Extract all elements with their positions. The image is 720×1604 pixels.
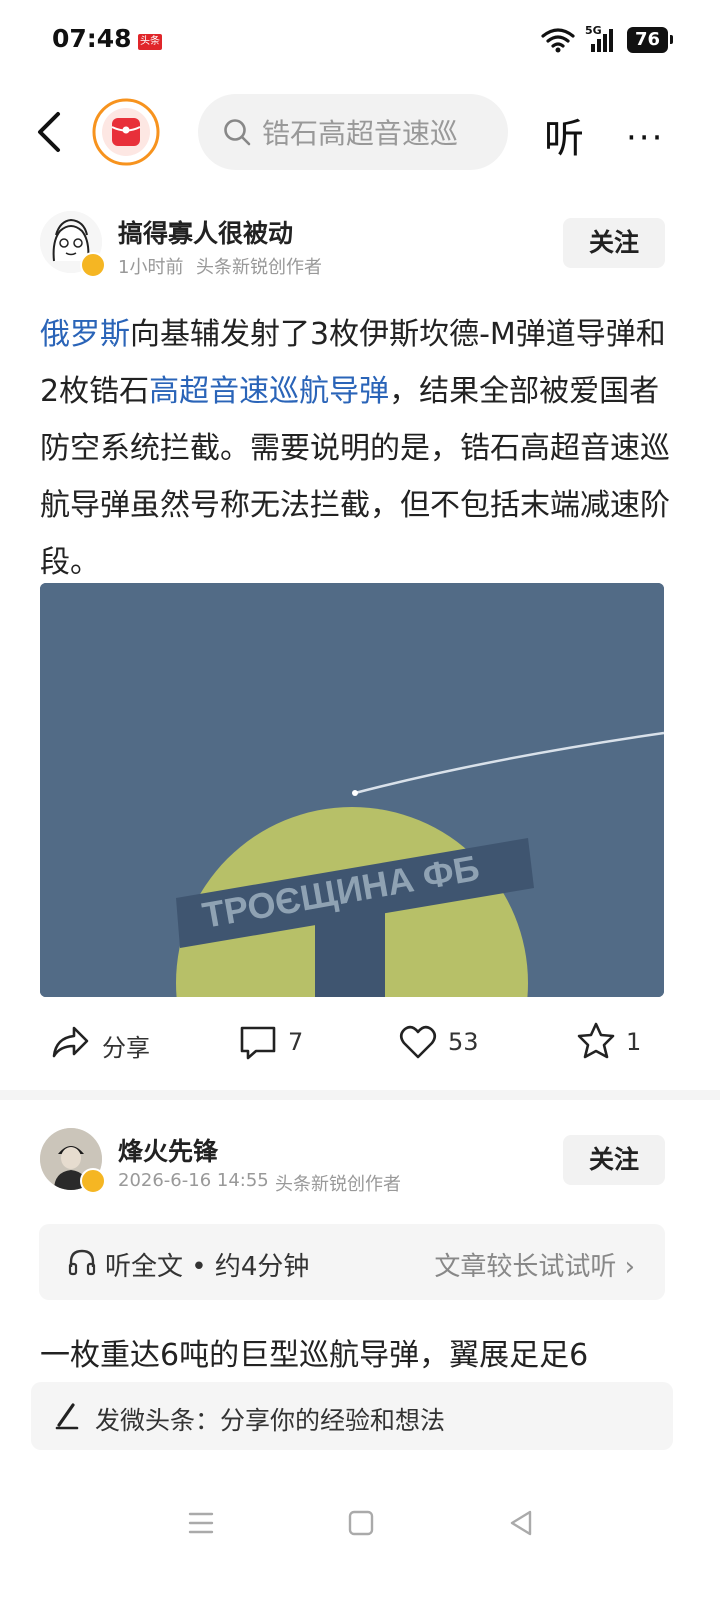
author-role: 头条新锐创作者 xyxy=(196,257,322,278)
post-image[interactable]: ТРОЄЩИНА ФБ xyxy=(40,583,664,997)
favorite-star-icon[interactable] xyxy=(576,1021,616,1061)
follow-button[interactable]: 关注 xyxy=(563,218,665,268)
post-time: 2026-6-16 14:55 xyxy=(118,1170,269,1191)
verified-badge-icon xyxy=(80,1168,106,1194)
section-divider xyxy=(0,1090,720,1100)
share-label[interactable]: 分享 xyxy=(102,1028,150,1063)
search-bar[interactable]: 锆石高超音速巡 xyxy=(198,94,508,170)
back-arrow-icon[interactable] xyxy=(32,108,72,156)
compose-placeholder: 发微头条：分享你的经验和想法 xyxy=(95,1406,446,1435)
status-time: 07:48 xyxy=(52,24,132,53)
listen-full-label: 听全文 • 约4分钟 xyxy=(105,1252,310,1282)
toutiao-logo-icon[interactable] xyxy=(92,98,160,166)
listen-full-article-bar[interactable]: 听全文 • 约4分钟 文章较长试试听 › xyxy=(39,1224,665,1300)
cellular-signal-icon: 5G xyxy=(585,24,617,54)
post-time: 1小时前 xyxy=(118,257,184,278)
app-notification-badge: 头条 xyxy=(138,34,162,50)
topic-link-hypersonic[interactable]: 高超音速巡航导弹 xyxy=(149,374,389,409)
comment-count: 7 xyxy=(288,1028,304,1056)
like-heart-icon[interactable] xyxy=(398,1022,438,1062)
author-name[interactable]: 搞得寡人很被动 xyxy=(118,214,293,250)
menu-nav-icon[interactable] xyxy=(186,1506,216,1540)
status-icons: 5G 76 xyxy=(541,24,674,54)
pen-icon xyxy=(55,1403,79,1430)
topic-link-russia[interactable]: 俄罗斯 xyxy=(40,317,130,352)
verified-badge-icon xyxy=(80,252,106,278)
headphones-icon xyxy=(68,1249,96,1276)
author-role: 头条新锐创作者 xyxy=(275,1174,401,1195)
comment-icon[interactable] xyxy=(238,1023,278,1063)
article-preview-text[interactable]: 一枚重达6吨的巨型巡航导弹，翼展足足6 xyxy=(40,1330,588,1374)
wifi-icon xyxy=(541,28,575,53)
author-name[interactable]: 烽火先锋 xyxy=(118,1132,218,1168)
post-body: 俄罗斯向基辅发射了3枚伊斯坎德-M弹道导弹和2枚锆石高超音速巡航导弹，结果全部被… xyxy=(40,306,670,591)
chevron-right-icon: › xyxy=(624,1252,635,1282)
listen-hint: 文章较长试试听 › xyxy=(434,1252,635,1282)
home-nav-icon[interactable] xyxy=(346,1506,376,1540)
search-icon xyxy=(224,119,251,146)
back-nav-icon[interactable] xyxy=(506,1506,536,1540)
favorite-count: 1 xyxy=(626,1028,642,1056)
listen-button[interactable]: 听 xyxy=(544,106,584,164)
more-options-button[interactable]: ··· xyxy=(626,118,664,158)
like-count: 53 xyxy=(448,1028,479,1056)
compose-post-bar[interactable]: 发微头条：分享你的经验和想法 xyxy=(31,1382,673,1450)
battery-indicator: 76 xyxy=(626,27,674,53)
search-placeholder: 锆石高超音速巡 xyxy=(262,117,459,150)
follow-button[interactable]: 关注 xyxy=(563,1135,665,1185)
share-icon[interactable] xyxy=(50,1022,90,1062)
